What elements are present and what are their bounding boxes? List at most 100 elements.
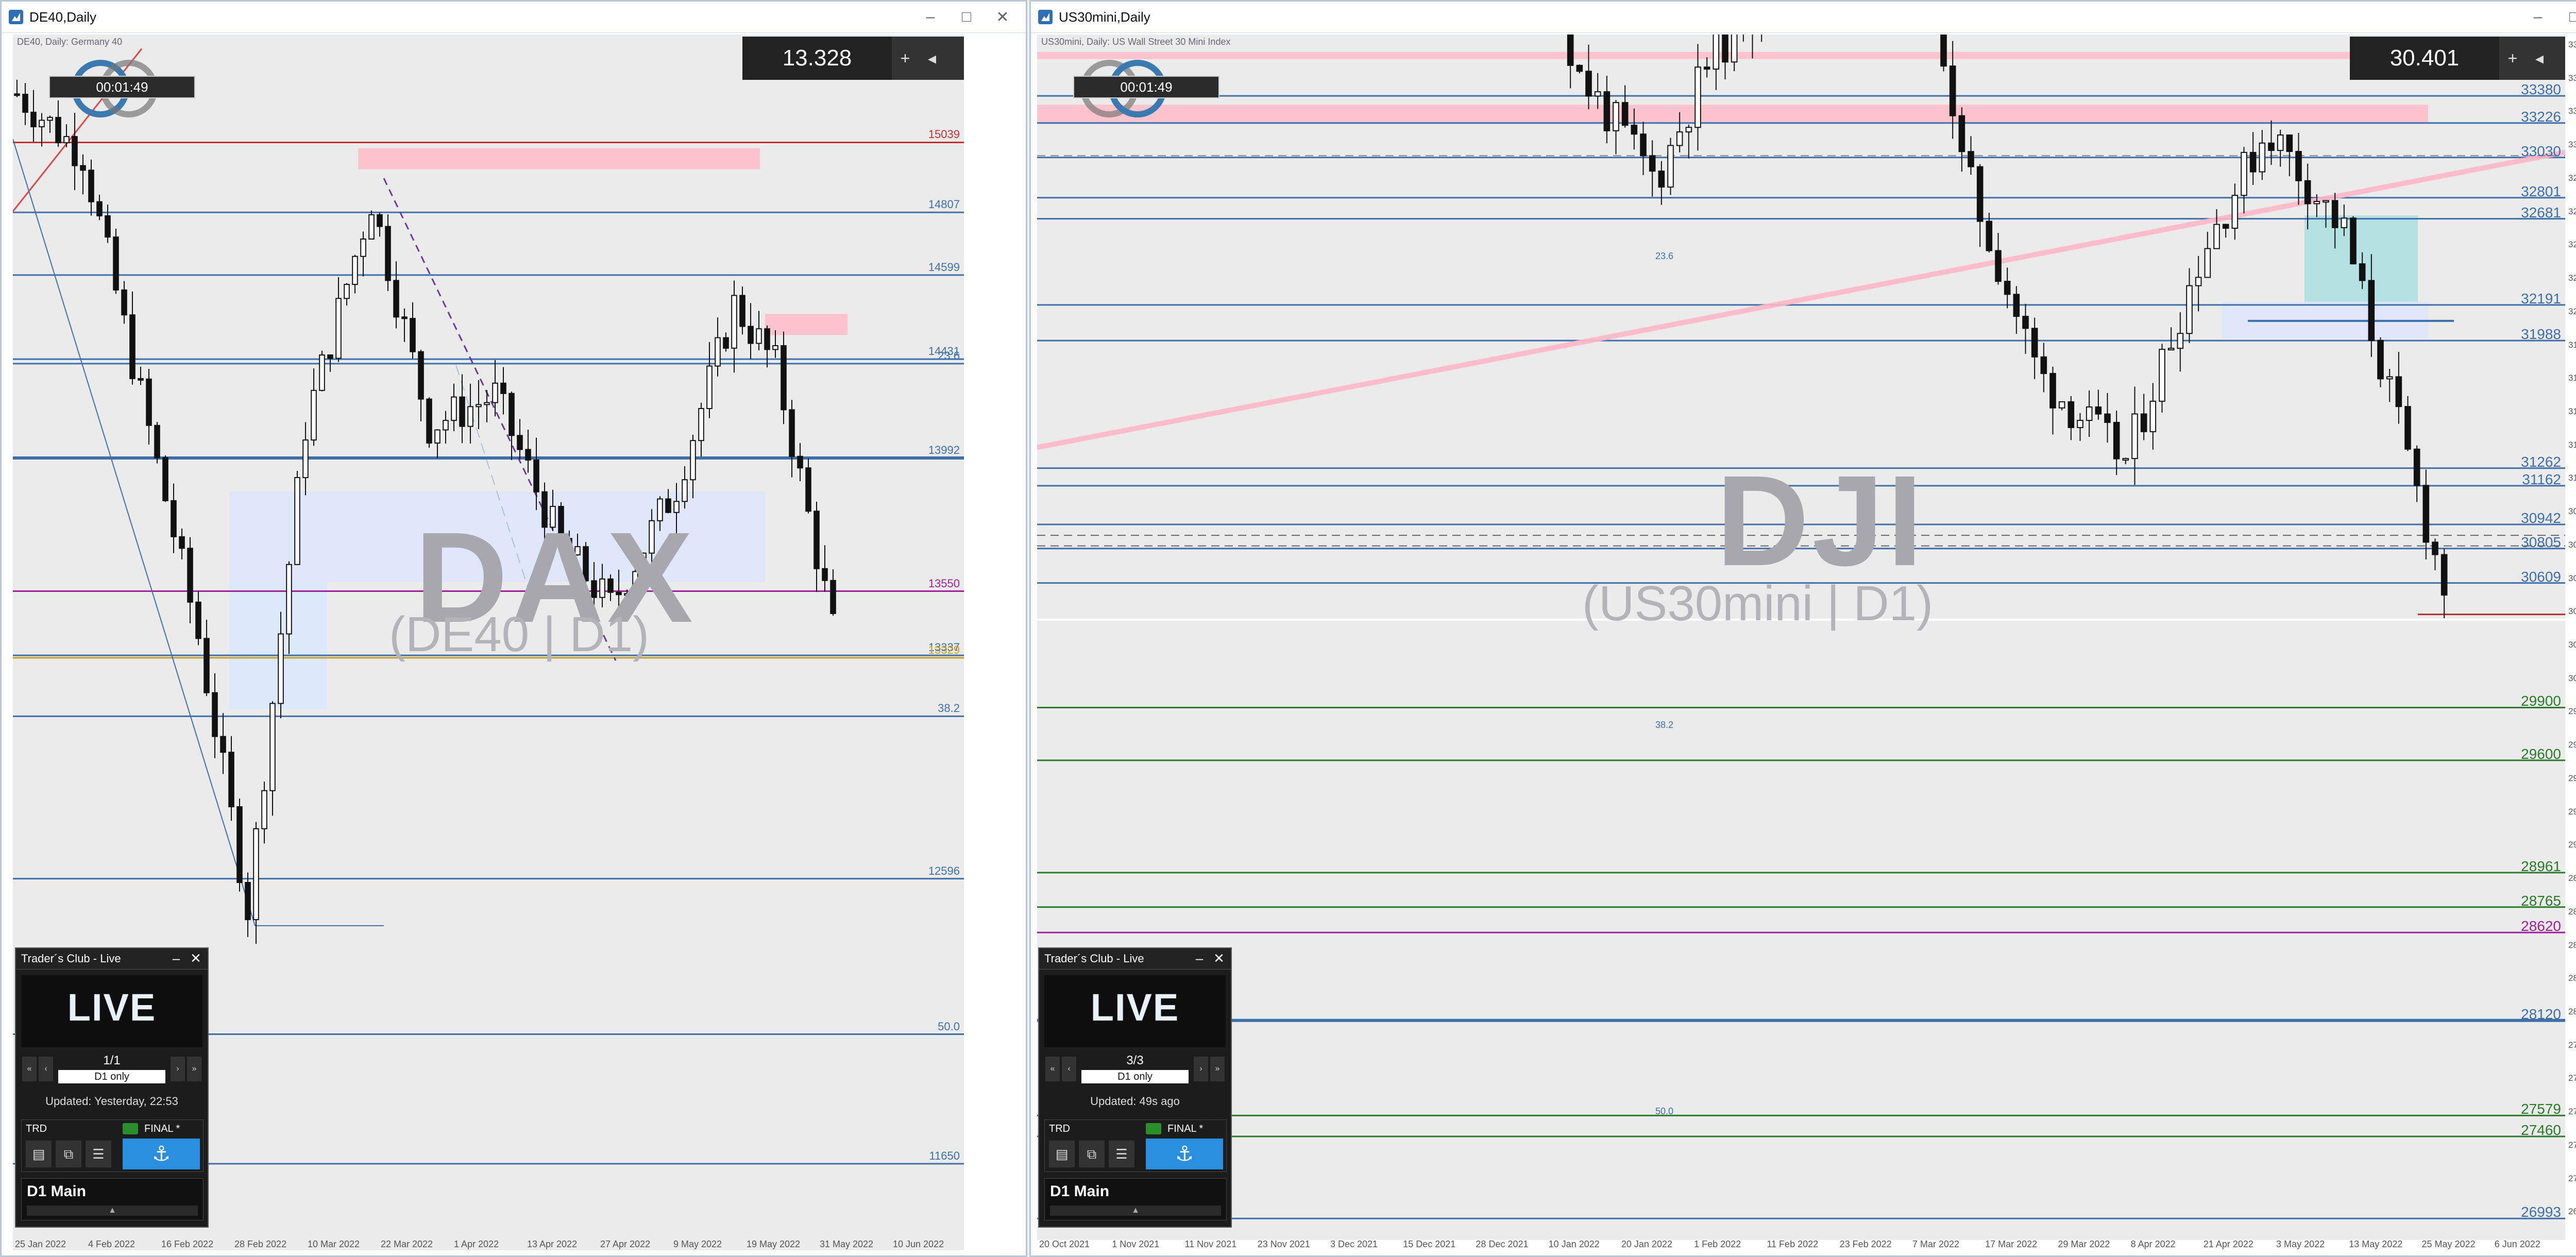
date-tick: 25 May 2022 — [2421, 1239, 2476, 1249]
plus-icon[interactable]: + — [892, 49, 919, 68]
candle — [715, 337, 721, 367]
anchor-button[interactable]: ⚓ — [1146, 1139, 1223, 1169]
panel-header[interactable]: Trader´s Club - Live – ✕ — [16, 948, 208, 970]
date-tick: 13 May 2022 — [2349, 1239, 2403, 1249]
level-label: 12596 — [928, 864, 960, 877]
price-box-controls[interactable]: + ◂ — [892, 37, 964, 80]
price-tick: 29043.40 — [2568, 840, 2576, 850]
status-badge — [1146, 1123, 1161, 1134]
expand-icon[interactable]: ▲ — [27, 1205, 198, 1216]
prev-icon[interactable]: ‹ — [39, 1057, 53, 1081]
next-icon[interactable]: › — [1194, 1057, 1208, 1081]
candle — [2304, 180, 2311, 205]
candle — [1949, 65, 1956, 116]
next-icon[interactable]: › — [171, 1057, 185, 1081]
prev-icon[interactable]: ‹ — [1062, 1057, 1076, 1081]
panel-minimize-button[interactable]: – — [1191, 950, 1208, 967]
candle — [2186, 285, 2193, 334]
price-tick: 27320.50 — [2568, 1140, 2576, 1150]
filter-select[interactable]: D1 only — [1081, 1070, 1189, 1083]
chevron-left-icon[interactable]: ◂ — [919, 48, 945, 68]
time-axis[interactable]: 20 Oct 2021 1 Nov 2021 11 Nov 2021 23 Nov 2… — [1037, 1236, 2565, 1256]
candle — [1685, 127, 1692, 133]
profile-name: D1 Main — [27, 1183, 87, 1200]
candle — [748, 326, 754, 344]
minimize-button[interactable]: – — [912, 2, 948, 32]
minimize-button[interactable]: – — [2520, 2, 2556, 32]
last-icon[interactable]: » — [187, 1057, 201, 1081]
candle — [2177, 333, 2184, 349]
maximize-button[interactable]: □ — [2556, 2, 2576, 32]
candle — [2031, 328, 2038, 358]
panel-close-button[interactable]: ✕ — [1210, 950, 1228, 967]
bid-price: 13.328 — [742, 37, 892, 80]
candle — [1968, 151, 1974, 167]
plus-icon[interactable]: + — [2499, 49, 2526, 68]
level-label: 28765 — [2521, 892, 2561, 909]
close-button[interactable]: ✕ — [985, 2, 1021, 32]
windows-icon[interactable]: ⧉ — [56, 1141, 81, 1167]
date-tick: 13 Apr 2022 — [527, 1239, 578, 1249]
date-tick: 3 May 2022 — [2276, 1239, 2325, 1249]
candle — [2159, 349, 2165, 402]
document-icon[interactable]: ▤ — [26, 1141, 52, 1167]
database-icon[interactable]: ☰ — [1109, 1141, 1134, 1167]
candle — [385, 226, 391, 281]
price-chart[interactable]: US30mini, Daily: US Wall Street 30 Mini … — [1037, 35, 2565, 1240]
panel-header[interactable]: Trader´s Club - Live – ✕ — [1039, 948, 1231, 970]
candle — [344, 284, 350, 299]
candle — [228, 752, 234, 808]
price-tick: 31533.70 — [2568, 406, 2576, 416]
final-label: FINAL * — [144, 1123, 180, 1134]
maximize-button[interactable]: □ — [948, 2, 985, 32]
first-icon[interactable]: « — [22, 1057, 37, 1081]
candle — [443, 420, 449, 431]
level-label: 32801 — [2521, 183, 2561, 199]
expand-icon[interactable]: ▲ — [1050, 1205, 1221, 1216]
candle — [756, 328, 762, 344]
document-icon[interactable]: ▤ — [1049, 1141, 1075, 1167]
date-tick: 10 Jun 2022 — [893, 1239, 944, 1249]
candle — [739, 295, 745, 327]
price-tick: 27703.70 — [2568, 1073, 2576, 1083]
traders-club-panel[interactable]: Trader´s Club - Live – ✕ LIVE « ‹ 3/3 D1… — [1038, 947, 1232, 1228]
panel-navigator[interactable]: « ‹ 3/3 D1 only › » — [1044, 1051, 1226, 1088]
filter-select[interactable]: D1 only — [58, 1070, 165, 1083]
price-tick: 32107.00 — [2568, 306, 2576, 316]
price-box-controls[interactable]: + ◂ — [2499, 37, 2565, 80]
database-icon[interactable]: ☰ — [86, 1141, 111, 1167]
level-label: 15039 — [928, 128, 960, 141]
chevron-left-icon[interactable]: ◂ — [2526, 48, 2553, 68]
chart-icon — [1038, 10, 1053, 24]
panel-close-button[interactable]: ✕ — [187, 950, 205, 967]
window-titlebar[interactable]: DE40,Daily – □ ✕ — [2, 2, 1026, 33]
date-tick: 31 May 2022 — [820, 1239, 874, 1249]
date-tick: 17 Mar 2022 — [1985, 1239, 2038, 1249]
date-tick: 21 Apr 2022 — [2203, 1239, 2253, 1249]
candle — [154, 424, 160, 458]
profile-box[interactable]: D1 Main ▲ — [21, 1178, 204, 1220]
anchor-button[interactable]: ⚓ — [123, 1139, 200, 1169]
panel-minimize-button[interactable]: – — [167, 950, 185, 967]
date-tick: 22 Mar 2022 — [381, 1239, 433, 1249]
level-label: 30805 — [2521, 534, 2561, 550]
candle — [1667, 145, 1674, 188]
level-label: 38.2 — [938, 702, 960, 715]
candle — [146, 378, 152, 426]
profile-box[interactable]: D1 Main ▲ — [1044, 1178, 1227, 1220]
first-icon[interactable]: « — [1045, 1057, 1060, 1081]
window-titlebar[interactable]: US30mini,Daily – □ ✕ — [1031, 2, 2576, 33]
panel-navigator[interactable]: « ‹ 1/1 D1 only › » — [21, 1051, 202, 1088]
traders-club-panel[interactable]: Trader´s Club - Live – ✕ LIVE « ‹ 1/1 D1… — [15, 947, 209, 1228]
candle — [2004, 281, 2011, 295]
price-axis[interactable]: 33631.80 33439.70 33256.60 33065.50 32873.40… — [2565, 35, 2576, 1240]
date-tick: 27 Apr 2022 — [600, 1239, 651, 1249]
windows-icon[interactable]: ⧉ — [1079, 1141, 1105, 1167]
price-tick: 29809.80 — [2568, 706, 2576, 717]
candle — [2386, 376, 2393, 380]
dax-chart-window[interactable]: DE40,Daily – □ ✕ DE40, Daily: Germany 40… — [0, 0, 1027, 1257]
date-tick: 11 Feb 2022 — [1767, 1239, 1819, 1249]
time-axis[interactable]: 25 Jan 2022 4 Feb 2022 16 Feb 2022 28 Feb 2… — [13, 1236, 964, 1256]
dji-chart-window[interactable]: US30mini,Daily – □ ✕ US30mini, Daily: US… — [1029, 0, 2576, 1257]
last-icon[interactable]: » — [1210, 1057, 1225, 1081]
